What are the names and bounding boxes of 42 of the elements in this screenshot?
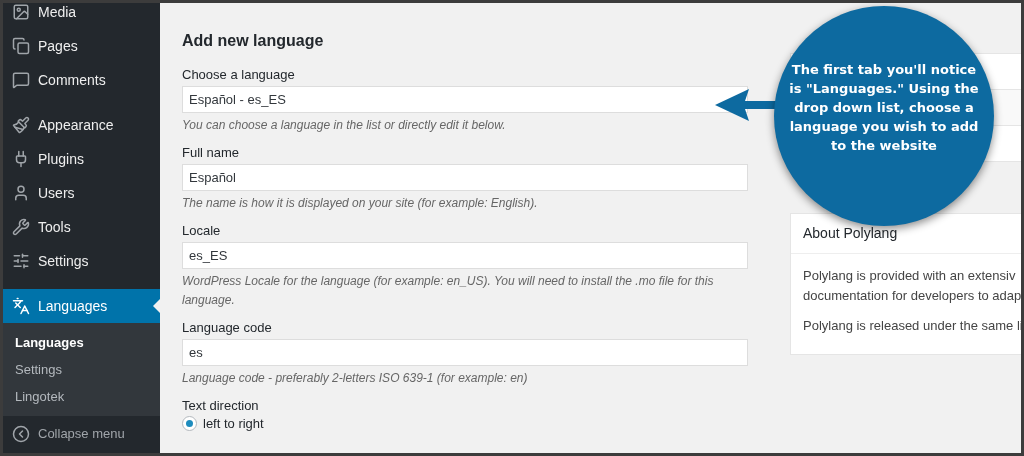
field-hint: You can choose a language in the list or directly edit it below. — [182, 117, 507, 134]
sliders-icon — [12, 252, 30, 270]
field-label: Text direction — [182, 398, 260, 414]
callout-text: The first tab you'll notice is "Languages." Using the drop down list, choose a language you wish to add to the website — [788, 60, 980, 155]
paintbrush-icon — [12, 116, 30, 134]
field-hint: Language code - preferably 2-letters ISO 639-1 (for example: en) — [182, 370, 529, 387]
field-label: Language code — [182, 320, 273, 336]
speech-bubble-icon — [12, 71, 30, 89]
field-hint: The name is how it is displayed on your site (for example: English). — [182, 195, 539, 212]
translate-icon — [12, 297, 30, 315]
radio-button[interactable] — [182, 416, 197, 431]
collapse-menu-button[interactable]: Collapse menu — [3, 416, 160, 452]
user-icon — [12, 184, 30, 202]
sidebar-item[interactable]: Users — [3, 176, 160, 210]
wrench-icon — [12, 218, 30, 236]
input-field[interactable]: es — [182, 339, 748, 366]
sidebar-item[interactable]: Appearance — [3, 108, 160, 142]
sidebar-item[interactable]: Media — [3, 3, 160, 29]
field-label: Locale — [182, 223, 222, 239]
pointer-icon — [153, 299, 160, 313]
input-field[interactable]: es_ES — [182, 242, 748, 269]
field-label: Full name — [182, 145, 241, 161]
sidebar-item[interactable]: Settings — [3, 244, 160, 278]
input-field[interactable]: Español — [182, 164, 748, 191]
sidebar-item[interactable]: Plugins — [3, 142, 160, 176]
field-label: Choose a language — [182, 67, 296, 83]
collapse-icon — [12, 425, 30, 443]
pages-icon — [12, 37, 30, 55]
submenu-item[interactable]: Settings — [3, 356, 160, 383]
card-paragraph: Polylang is provided with an extensiv documentation for developers to adap — [803, 267, 1021, 305]
card-paragraph: Polylang is released under the same li — [803, 317, 1021, 335]
sidebar-item[interactable]: Languages — [3, 289, 160, 323]
submenu-item[interactable]: Lingotek — [3, 383, 160, 410]
form-title: Add new language — [182, 31, 325, 51]
field-hint: WordPress Locale for the language (for example: en_US). You will need to install the .mo file for this language. — [182, 273, 715, 309]
sidebar-item[interactable]: Tools — [3, 210, 160, 244]
sidebar-item[interactable]: Comments — [3, 63, 160, 97]
sidebar-item[interactable]: Pages — [3, 29, 160, 63]
input-field[interactable]: Español - es_ES — [182, 86, 748, 113]
submenu-item[interactable]: Languages — [3, 329, 160, 356]
radio-label: left to right — [203, 416, 264, 431]
media-icon — [12, 3, 30, 21]
